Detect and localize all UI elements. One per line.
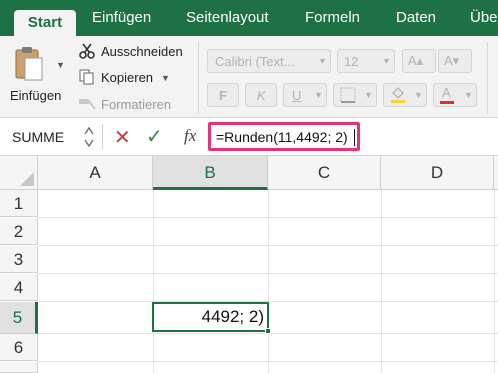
row-header-1[interactable]: 1 (0, 190, 38, 217)
tab-daten[interactable]: Daten (396, 0, 436, 36)
fill-color-button[interactable]: ▼ (383, 83, 427, 107)
active-cell-b5[interactable]: 4492; 2) (152, 302, 269, 332)
ribbon-separator (487, 42, 488, 114)
column-header-d[interactable]: D (381, 156, 494, 190)
font-color-button[interactable]: A ▼ (433, 83, 477, 107)
ribbon-tab-bar: Start Einfügen Seitenlayout Formeln Date… (0, 0, 498, 36)
underline-button[interactable]: U ▼ (283, 83, 327, 107)
tab-formeln[interactable]: Formeln (305, 0, 360, 36)
borders-button[interactable]: ▼ (333, 83, 377, 107)
name-box-stepper-icon[interactable] (84, 125, 94, 149)
tab-ueberpruefen[interactable]: Übe (470, 0, 498, 36)
ribbon-separator (198, 42, 199, 114)
fill-handle[interactable] (265, 328, 271, 334)
font-color-swatch (440, 101, 454, 104)
underline-dropdown-icon: ▼ (314, 90, 323, 100)
grid-line (38, 361, 498, 362)
format-painter-icon (79, 99, 96, 110)
select-all-triangle-icon (20, 172, 34, 186)
font-name-value: Calibri (Text... (215, 54, 295, 69)
underline-icon: U (292, 88, 302, 103)
clipboard-icon (15, 47, 43, 81)
column-header-a[interactable]: A (38, 156, 153, 190)
text-cursor (354, 129, 355, 146)
format-painter-button[interactable]: Formatieren (101, 97, 171, 112)
row-header-5[interactable]: 5 (0, 302, 38, 334)
font-name-dropdown-icon: ▼ (318, 56, 327, 66)
formula-bar-separator (102, 124, 103, 150)
formula-input[interactable]: =Runden(11,4492; 2) (208, 122, 360, 151)
row-header-7[interactable] (0, 362, 38, 373)
font-size-dropdown-icon: ▼ (382, 56, 391, 66)
name-box-value: SUMME (12, 129, 65, 145)
formula-input-value: =Runden(11,4492; 2) (216, 129, 348, 145)
font-size-value: 12 (344, 54, 359, 69)
bold-button[interactable]: F (207, 83, 239, 107)
row-header-4[interactable]: 4 (0, 274, 38, 301)
tab-start[interactable]: Start (14, 10, 76, 36)
font-color-icon: A (442, 85, 451, 100)
paste-button[interactable]: ▼ Einfügen (6, 40, 65, 106)
column-header-bar: A B C D (0, 156, 498, 190)
copy-dropdown-icon[interactable]: ▼ (161, 73, 170, 83)
active-cell-text: 4492; 2) (201, 307, 264, 326)
grow-font-button[interactable]: A▴ (402, 49, 436, 73)
select-all-corner[interactable] (0, 156, 38, 190)
italic-icon: K (257, 88, 266, 103)
ribbon: ▼ Einfügen Ausschneiden Kopieren ▼ Forma… (0, 36, 498, 118)
grid-line (38, 273, 498, 274)
insert-function-icon[interactable]: fx (184, 126, 196, 146)
italic-button[interactable]: K (245, 83, 277, 107)
scissors-icon (79, 43, 95, 59)
font-name-select[interactable]: Calibri (Text... ▼ (207, 49, 331, 73)
column-header-c[interactable]: C (268, 156, 381, 190)
formula-bar: SUMME ✕ ✓ fx =Runden(11,4492; 2) (0, 118, 498, 156)
copy-icon (79, 69, 94, 85)
tab-seitenlayout[interactable]: Seitenlayout (186, 0, 269, 36)
font-size-select[interactable]: 12 ▼ (337, 49, 395, 73)
row-header-3[interactable]: 3 (0, 246, 38, 273)
row-header-6[interactable]: 6 (0, 334, 38, 361)
copy-button[interactable]: Kopieren (101, 70, 153, 85)
tab-einfuegen[interactable]: Einfügen (92, 0, 151, 36)
shrink-font-button[interactable]: A▾ (438, 49, 472, 73)
fill-color-dropdown-icon: ▼ (414, 90, 423, 100)
grid-line (38, 245, 498, 246)
borders-icon (340, 87, 356, 103)
shrink-font-icon: A▾ (444, 53, 460, 68)
paint-bucket-icon (391, 87, 405, 103)
font-color-dropdown-icon: ▼ (464, 90, 473, 100)
bold-icon: F (219, 88, 227, 103)
grow-font-icon: A▴ (408, 53, 424, 68)
grid-line (38, 217, 498, 218)
paste-dropdown-icon[interactable]: ▼ (56, 60, 65, 70)
enter-icon[interactable]: ✓ (146, 124, 163, 149)
row-header-2[interactable]: 2 (0, 218, 38, 245)
borders-dropdown-icon: ▼ (364, 90, 373, 100)
cut-button[interactable]: Ausschneiden (101, 44, 183, 59)
paste-label: Einfügen (10, 88, 62, 103)
column-header-b[interactable]: B (153, 156, 268, 190)
cancel-icon[interactable]: ✕ (114, 125, 131, 150)
